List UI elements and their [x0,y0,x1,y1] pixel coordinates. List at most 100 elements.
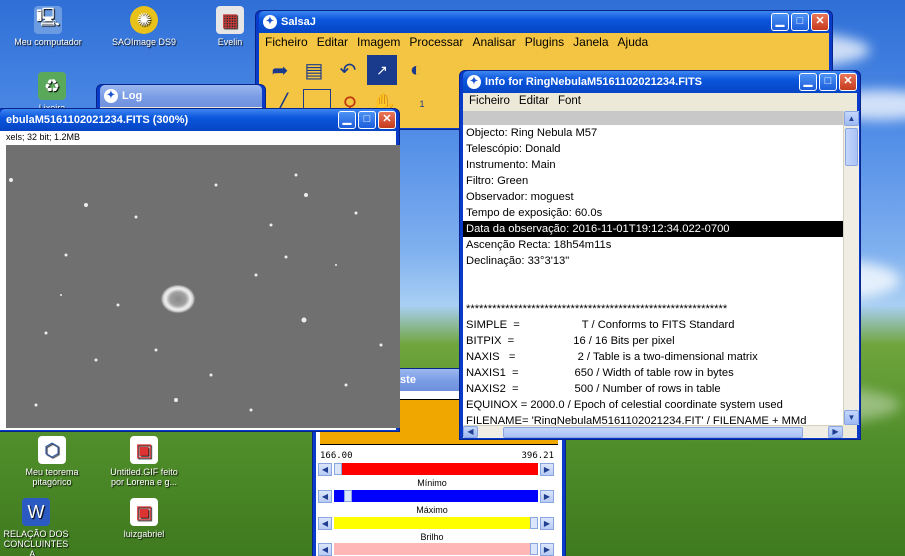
desktop-icon-label: Meu teorema pitagórico [25,467,79,487]
salsaj-menu-editar[interactable]: Editar [317,35,348,49]
desktop-icon-label: Evelin [217,37,243,47]
slider-right-button[interactable]: ▶ [540,516,554,530]
info-line [463,269,843,285]
image-titlebar[interactable]: ebulaM5161102021234.FITS (300%) ▁ □ ✕ [0,109,396,131]
minimize-button[interactable]: ▁ [771,13,789,31]
desktop-icon-evelin[interactable]: ▦ Evelin [204,6,256,47]
info-menu-ficheiro[interactable]: Ficheiro [469,95,510,107]
slider-thumb[interactable] [334,463,342,475]
desktop-icon-label: Meu computador [14,37,82,47]
salsaj-menu-janela[interactable]: Janela [573,35,608,49]
window-title: Info for RingNebulaM5161102021234.FITS [485,76,703,88]
info-line: NAXIS2 = 500 / Number of rows in table [466,383,721,395]
log-titlebar[interactable]: ✦ Log [100,85,262,107]
salsaj-titlebar[interactable]: ✦ SalsaJ ▁ □ ✕ [259,11,829,33]
slider-left-button[interactable]: ◀ [318,516,332,530]
minimize-button[interactable]: ▁ [338,111,356,129]
salsaj-app-icon: ✦ [263,15,277,29]
info-line: NAXIS = 2 / Table is a two-dimensional m… [466,351,758,363]
info-menu-editar[interactable]: Editar [519,95,549,107]
salsaj-menu-processar[interactable]: Processar [409,35,463,49]
info-horizontal-scrollbar[interactable]: ◀ ▶ [463,425,843,438]
maximize-button[interactable]: □ [358,111,376,129]
maximize-button[interactable]: □ [791,13,809,31]
desktop-icon-label: Untitled.GIF feito por Lorena e g... [110,467,178,487]
slider-left-button[interactable]: ◀ [318,462,332,476]
salsaj-menu-ficheiro[interactable]: Ficheiro [265,35,308,49]
open-icon[interactable]: ➦ [265,55,295,85]
info-line: Instrumento: Main [466,159,556,171]
desktop-icon-pythagorean[interactable]: ⬡ Meu teorema pitagórico [16,436,88,487]
desktop-icon-untitled-gif[interactable]: ▣ Untitled.GIF feito por Lorena e g... [108,436,180,487]
scroll-left-button[interactable]: ◀ [463,426,478,438]
slider-minimum[interactable]: ◀ ▶ [318,462,554,476]
info-line: Observador: moguest [466,191,574,203]
info-menu-font[interactable]: Font [558,95,581,107]
slider-track[interactable] [334,543,538,555]
slider-left-button[interactable]: ◀ [318,489,332,503]
salsaj-menu-plugins[interactable]: Plugins [525,35,564,49]
slider-track[interactable] [334,463,538,475]
star-field [9,173,383,412]
contrast-icon[interactable]: ◐ [401,55,431,85]
scroll-down-button[interactable]: ▼ [844,410,859,425]
chart-icon[interactable]: ↗ [367,55,397,85]
partial-tool-label: 1 [419,99,425,109]
info-vertical-scrollbar[interactable]: ▲ ▼ [843,111,859,425]
scroll-up-button[interactable]: ▲ [844,111,859,126]
info-line: Data da observação: 2016-11-01T19:12:34.… [463,221,843,237]
info-window: ✦ Info for RingNebulaM5161102021234.FITS… [459,70,861,440]
info-line: NAXIS1 = 650 / Width of table row in byt… [466,367,734,379]
slider-contrast[interactable]: ◀ ▶ [318,542,554,556]
info-line: BITPIX = 16 / 16 Bits per pixel [466,335,675,347]
desktop-icon-label: luizgabriel [123,529,165,539]
salsaj-menu-analisar[interactable]: Analisar [472,35,515,49]
scroll-thumb[interactable] [503,427,803,438]
salsaj-menubar: Ficheiro Editar Imagem Processar Analisar Plu… [259,33,829,51]
slider-track[interactable] [334,517,538,529]
salsaj-menu-ajuda[interactable]: Ajuda [618,35,649,49]
slider-thumb[interactable] [344,490,353,502]
info-line: SIMPLE = T / Conforms to FITS Standard [466,319,735,331]
slider-right-button[interactable]: ▶ [540,462,554,476]
desktop-icon-relacao[interactable]: W RELAÇÃO DOS CONCLUINTES A... [0,498,72,556]
close-button[interactable]: ✕ [839,73,857,91]
desktop-icon-recycle-bin[interactable]: ♻ Lixeira [16,72,88,113]
desktop-icon-ds9[interactable]: ✺ SAOImage DS9 [108,6,180,47]
minimize-button[interactable]: ▁ [799,73,817,91]
info-line: Declinação: 33°3'13" [466,255,570,267]
salsaj-menu-imagem[interactable]: Imagem [357,35,400,49]
close-button[interactable]: ✕ [811,13,829,31]
image-file-icon: ▣ [130,436,158,464]
histogram-max-value: 396.21 [521,451,554,461]
ds9-icon: ✺ [130,6,158,34]
slider-maximum[interactable]: ◀ ▶ [318,489,554,503]
info-line: Objecto: Ring Nebula M57 [466,127,598,139]
close-button[interactable]: ✕ [378,111,396,129]
histogram-min-value: 166.00 [320,451,353,461]
info-titlebar[interactable]: ✦ Info for RingNebulaM5161102021234.FITS… [463,71,857,93]
slider-thumb[interactable] [530,517,538,529]
save-icon[interactable]: ▤ [299,55,329,85]
fits-image-canvas[interactable] [6,145,400,428]
info-line: Filtro: Green [466,175,529,187]
info-menubar: Ficheiro Editar Font [463,93,857,109]
slider-left-button[interactable]: ◀ [318,542,332,556]
undo-icon[interactable]: ↶ [333,55,363,85]
window-title: ebulaM5161102021234.FITS (300%) [6,114,189,126]
info-line: Ascenção Recta: 18h54m11s [466,239,612,251]
desktop-icon-luizgabriel[interactable]: ▣ luizgabriel [108,498,180,539]
slider-track[interactable] [334,490,538,502]
desktop-icon-my-computer[interactable]: 🖳 Meu computador [12,6,84,47]
scroll-thumb[interactable] [845,128,858,166]
slider-right-button[interactable]: ▶ [540,542,554,556]
slider-thumb[interactable] [530,543,538,555]
slider-right-button[interactable]: ▶ [540,489,554,503]
slider-brightness[interactable]: ◀ ▶ [318,516,554,530]
scroll-right-button[interactable]: ▶ [828,426,843,438]
info-text-area[interactable]: Objecto: Ring Nebula M57 Telescópio: Dona… [463,125,843,425]
info-gray-band [463,111,843,125]
info-line: Tempo de exposição: 60.0s [466,207,603,219]
maximize-button[interactable]: □ [819,73,837,91]
document-icon: ▦ [216,6,244,34]
